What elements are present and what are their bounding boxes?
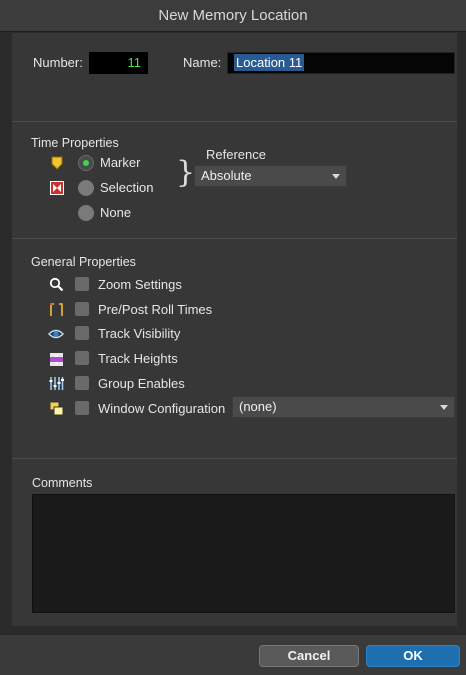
magnifier-icon: [48, 276, 64, 292]
general-properties-title: General Properties: [31, 255, 136, 269]
track-heights-checkbox[interactable]: [75, 351, 89, 365]
reference-label: Reference: [206, 147, 266, 162]
window-configuration-checkbox[interactable]: [75, 401, 89, 415]
track-visibility-label: Track Visibility: [98, 326, 181, 341]
comments-title: Comments: [32, 476, 93, 490]
zoom-settings-checkbox[interactable]: [75, 277, 89, 291]
identity-panel: [12, 33, 457, 121]
window-title: New Memory Location: [0, 0, 466, 32]
reference-value: Absolute: [201, 168, 252, 183]
track-visibility-checkbox[interactable]: [75, 326, 89, 340]
window-configuration-label: Window Configuration: [98, 401, 226, 416]
number-field[interactable]: 11: [89, 52, 148, 74]
time-properties-title: Time Properties: [31, 136, 119, 150]
marker-radio[interactable]: [78, 155, 94, 171]
reference-select[interactable]: Absolute: [194, 165, 347, 187]
cancel-button[interactable]: Cancel: [259, 645, 359, 667]
name-field[interactable]: Location 11: [227, 52, 455, 74]
none-radio[interactable]: [78, 205, 94, 221]
none-label: None: [100, 205, 132, 220]
track-heights-icon: [48, 351, 64, 367]
zoom-settings-label: Zoom Settings: [98, 277, 182, 292]
group-enables-icon: [48, 375, 64, 391]
name-label: Name:: [183, 55, 222, 70]
eye-icon: [48, 326, 64, 342]
selection-icon: [49, 180, 65, 196]
window-config-icon: [48, 400, 64, 416]
selection-label: Selection: [100, 180, 154, 195]
preroll-icon: [48, 301, 64, 317]
chevron-down-icon: [332, 174, 340, 179]
number-label: Number:: [33, 55, 83, 70]
marker-icon: [49, 155, 65, 171]
group-enables-checkbox[interactable]: [75, 376, 89, 390]
ok-button[interactable]: OK: [366, 645, 460, 667]
pre-post-roll-label: Pre/Post Roll Times: [98, 302, 213, 317]
selection-radio[interactable]: [78, 180, 94, 196]
window-configuration-select[interactable]: (none): [232, 396, 455, 418]
reference-brace: }: [176, 155, 196, 190]
chevron-down-icon: [440, 405, 448, 410]
marker-label: Marker: [100, 155, 141, 170]
window-configuration-value: (none): [239, 399, 277, 414]
name-value: Location 11: [234, 54, 305, 71]
group-enables-label: Group Enables: [98, 376, 185, 391]
track-heights-label: Track Heights: [98, 351, 178, 366]
pre-post-roll-checkbox[interactable]: [75, 302, 89, 316]
comments-textarea[interactable]: [32, 494, 455, 613]
general-properties-panel: [12, 239, 457, 458]
